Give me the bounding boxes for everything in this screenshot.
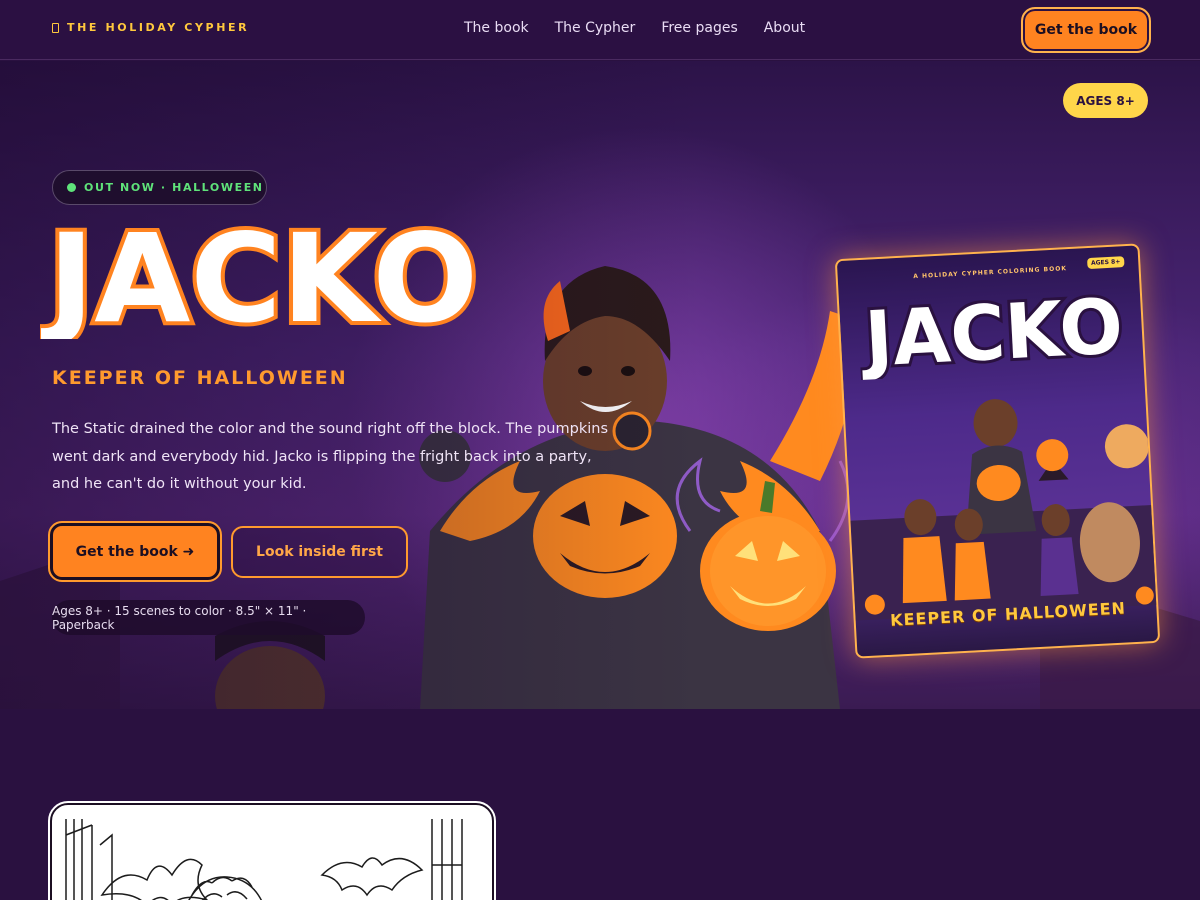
- nav-link-free-pages[interactable]: Free pages: [661, 20, 737, 36]
- brand-name: THE HOLIDAY CYPHER: [67, 21, 250, 34]
- release-badge: OUT NOW · HALLOWEEN: [52, 170, 267, 205]
- hero-title: JACKO: [40, 209, 482, 339]
- top-navigation-bar: THE HOLIDAY CYPHER The book The Cypher F…: [0, 0, 1200, 60]
- coloring-page-illustration: [65, 819, 463, 900]
- book-cover-ages: AGES 8+: [1086, 256, 1125, 270]
- main-nav: The book The Cypher Free pages About: [464, 20, 805, 36]
- book-cover-illustration: [850, 399, 1161, 621]
- book-icon: [52, 22, 59, 33]
- get-book-button[interactable]: Get the book ➜: [48, 521, 222, 582]
- hero-subtitle: KEEPER OF HALLOWEEN: [52, 367, 348, 389]
- hero-title-text: JACKO: [41, 209, 478, 339]
- look-inside-button[interactable]: Look inside first: [231, 526, 408, 578]
- brand-logo[interactable]: THE HOLIDAY CYPHER: [52, 21, 249, 34]
- nav-link-about[interactable]: About: [764, 20, 805, 36]
- book-details: Ages 8+ · 15 scenes to color · 8.5" × 11…: [52, 600, 365, 635]
- nav-link-the-book[interactable]: The book: [464, 20, 529, 36]
- live-dot-icon: [67, 183, 76, 192]
- book-cover[interactable]: A HOLIDAY CYPHER COLORING BOOK AGES 8+ J…: [834, 243, 1161, 659]
- release-badge-text: OUT NOW · HALLOWEEN: [84, 181, 264, 194]
- nav-link-the-cypher[interactable]: The Cypher: [555, 20, 636, 36]
- coloring-page-preview[interactable]: [48, 801, 496, 900]
- hero-description: The Static drained the color and the sou…: [52, 421, 608, 492]
- hero-section: AGES 8+ OUT NOW · HALLOWEEN JACKO KEEPER…: [0, 61, 1200, 709]
- ages-badge: AGES 8+: [1063, 83, 1148, 118]
- header-get-book-button[interactable]: Get the book: [1021, 7, 1151, 53]
